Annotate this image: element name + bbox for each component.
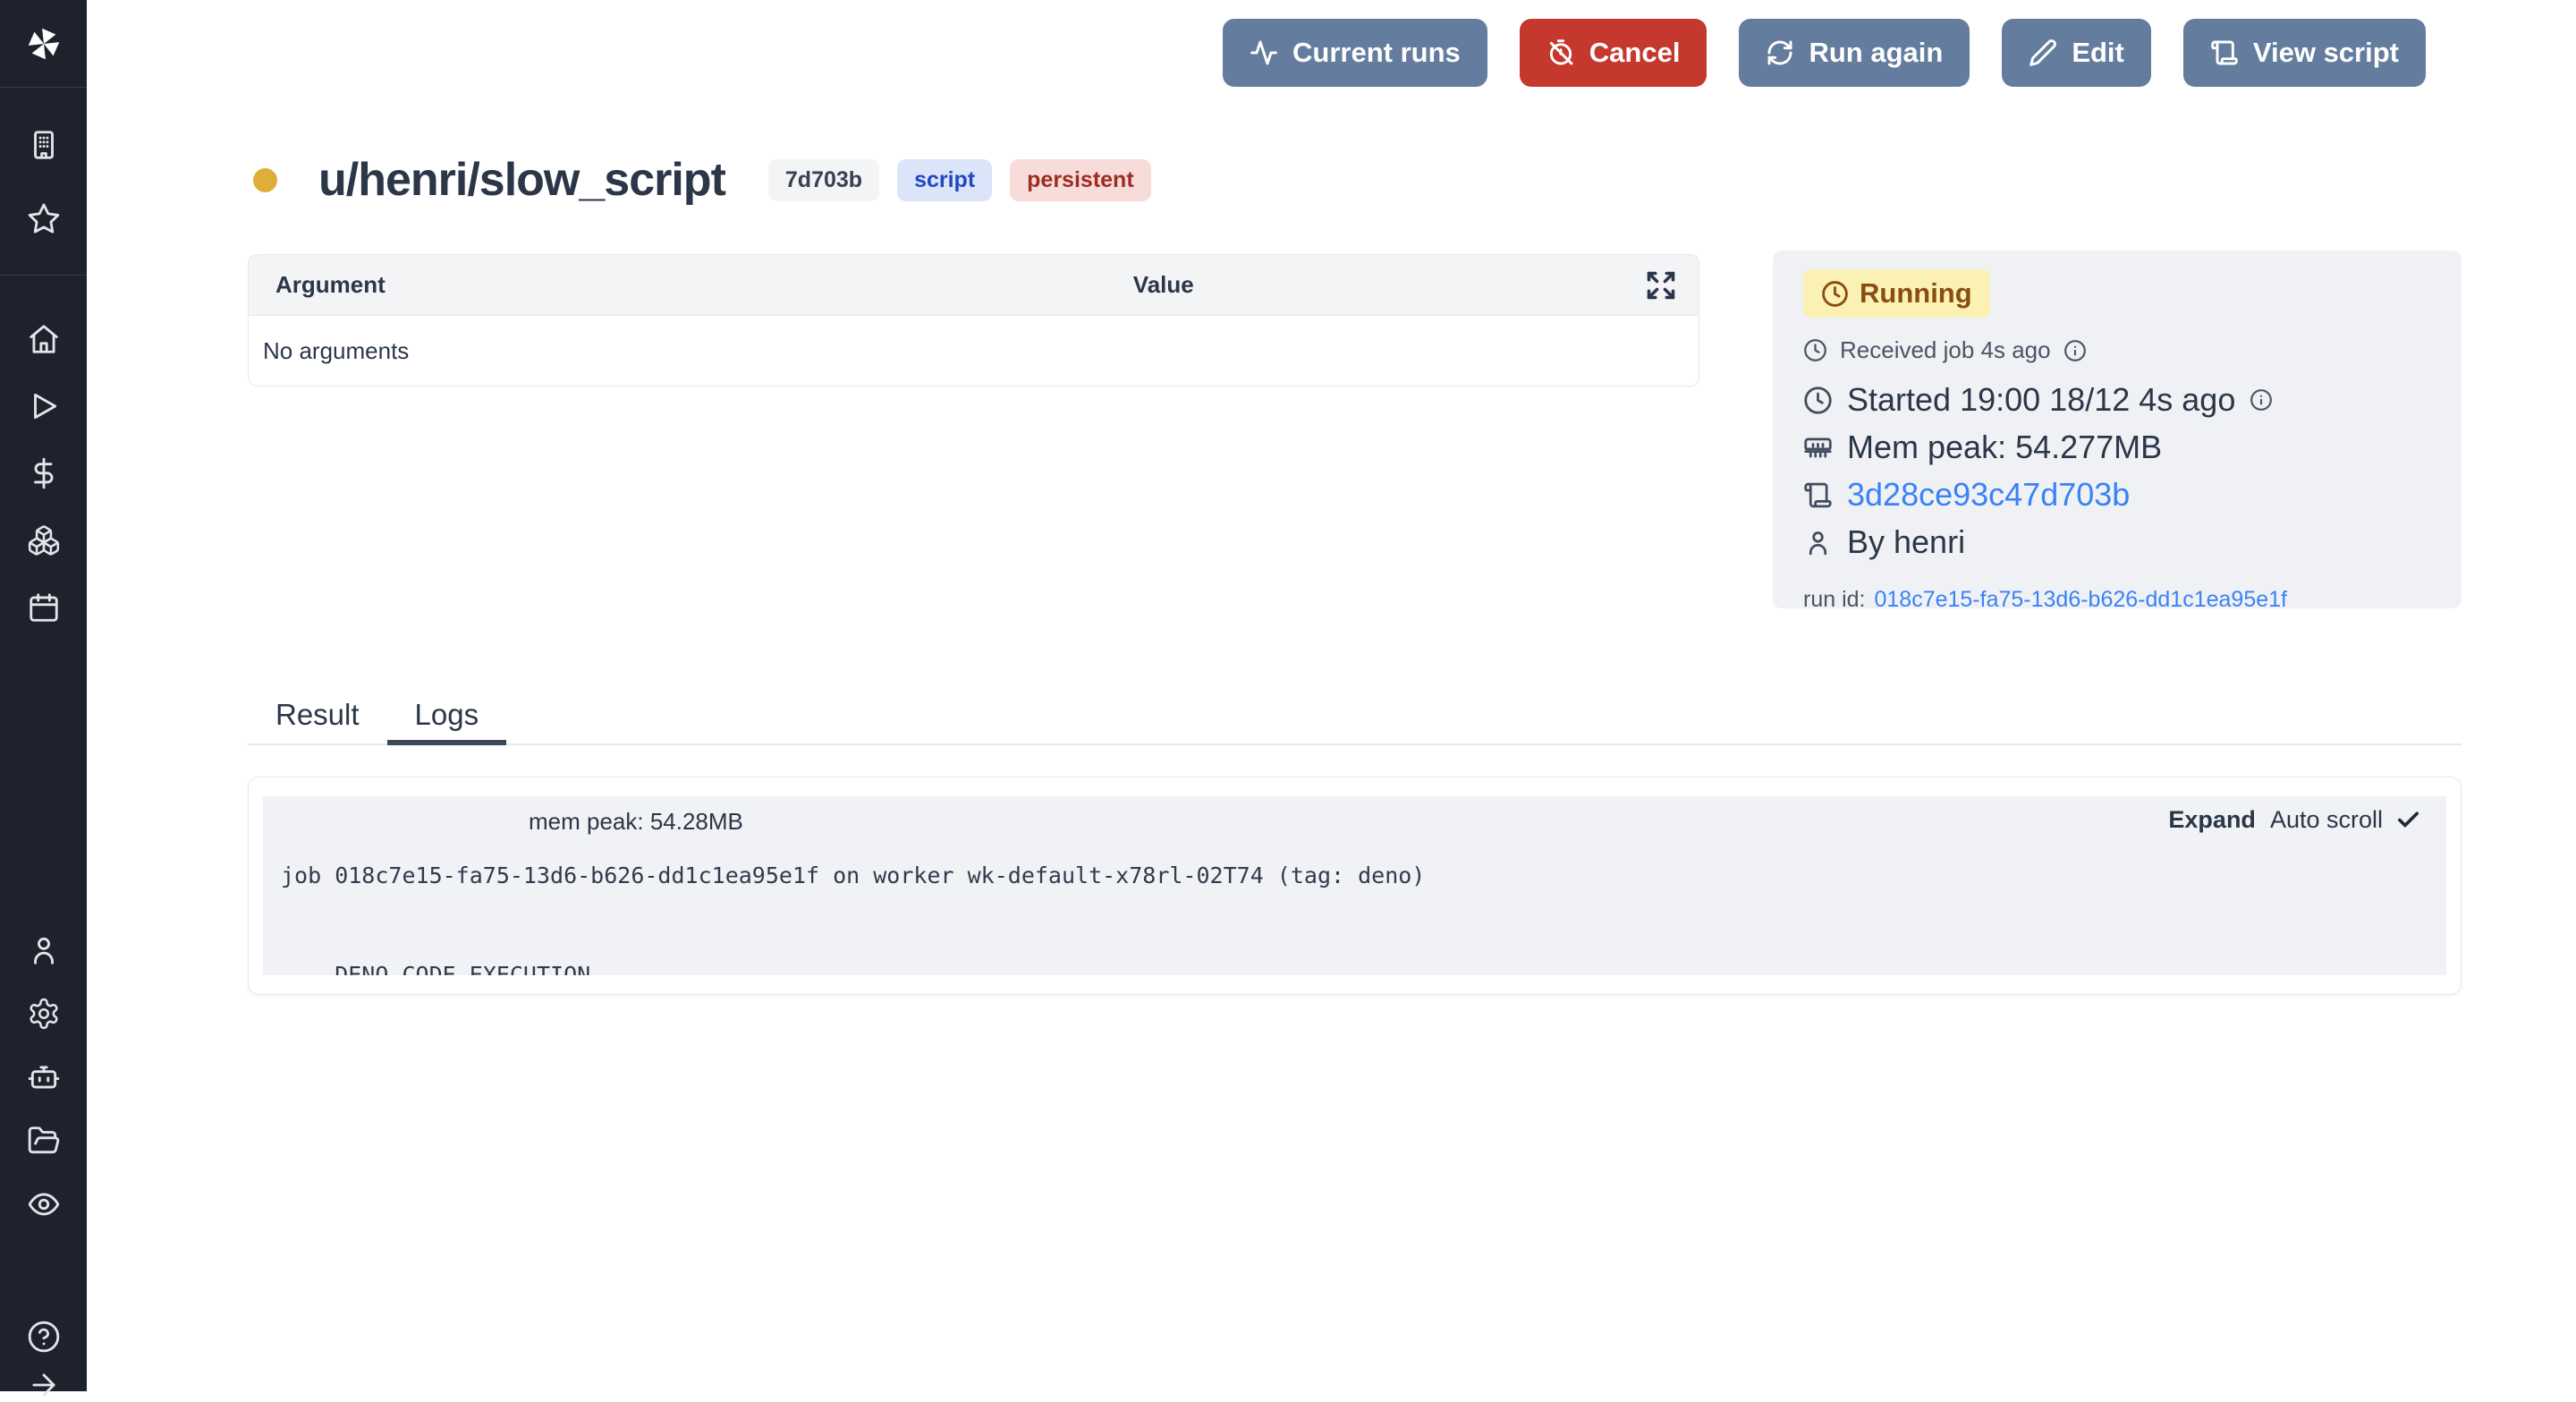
sidebar-item-workspace[interactable] (27, 128, 61, 162)
page-title: u/henri/slow_script (318, 153, 725, 207)
sidebar-item-home[interactable] (27, 322, 61, 356)
run-id-label: run id: (1803, 587, 1865, 613)
view-script-button[interactable]: View script (2183, 19, 2426, 87)
clock-icon (1803, 338, 1827, 362)
sidebar-item-workers[interactable] (27, 1060, 61, 1094)
log-expand-button[interactable]: Expand (2168, 806, 2256, 834)
pencil-icon (2029, 38, 2057, 67)
script-hash-link[interactable]: 3d28ce93c47d703b (1847, 476, 2130, 514)
scroll-icon (2210, 38, 2239, 67)
play-icon (27, 389, 61, 423)
toolbar: Current runs Cancel Run again Edit View … (1223, 19, 2426, 87)
sidebar-divider (0, 275, 87, 276)
star-icon (27, 201, 61, 235)
view-script-label: View script (2253, 37, 2399, 69)
cancel-button[interactable]: Cancel (1520, 19, 1707, 87)
logs-viewer: mem peak: 54.28MB Expand Auto scroll job… (263, 796, 2446, 975)
result-logs-tabs: Result Logs (248, 689, 2462, 745)
hash-badge: 7d703b (768, 159, 879, 201)
expand-icon (1645, 269, 1677, 302)
page-header: u/henri/slow_script 7d703b script persis… (253, 145, 1151, 215)
triggered-by-row: By henri (1803, 523, 2431, 561)
arrow-right-icon (27, 1368, 61, 1402)
help-circle-icon (27, 1320, 61, 1354)
clock-icon (1821, 280, 1849, 308)
run-again-button[interactable]: Run again (1739, 19, 1970, 87)
current-runs-button[interactable]: Current runs (1223, 19, 1487, 87)
refresh-cw-icon (1766, 38, 1794, 67)
arguments-table: Argument Value No arguments (248, 254, 1699, 387)
log-mem-peak: mem peak: 54.28MB (529, 808, 743, 836)
sidebar-expand-button[interactable] (27, 1368, 61, 1402)
eye-icon (27, 1187, 61, 1221)
edit-label: Edit (2072, 37, 2124, 69)
activity-icon (1250, 38, 1278, 67)
clock-icon (1803, 386, 1833, 415)
sidebar-divider (0, 87, 87, 88)
tab-result[interactable]: Result (248, 689, 387, 745)
running-status-badge: Running (1803, 269, 1990, 318)
autoscroll-label: Auto scroll (2270, 806, 2383, 834)
tab-logs[interactable]: Logs (387, 689, 507, 745)
received-job-text: Received job 4s ago (1840, 336, 2051, 364)
boxes-icon (27, 523, 61, 557)
current-runs-label: Current runs (1292, 37, 1461, 69)
logs-card: mem peak: 54.28MB Expand Auto scroll job… (248, 777, 2462, 995)
sidebar-item-help[interactable] (27, 1320, 61, 1354)
user-icon (27, 933, 61, 967)
persistent-badge: persistent (1010, 159, 1150, 201)
status-dot (253, 168, 277, 192)
run-again-label: Run again (1809, 37, 1943, 69)
mem-peak-text: Mem peak: 54.277MB (1847, 429, 2162, 466)
folder-open-icon (27, 1124, 61, 1158)
building-icon (27, 128, 61, 162)
autoscroll-toggle[interactable]: Auto scroll (2270, 806, 2421, 834)
info-icon[interactable] (2063, 339, 2087, 362)
info-icon[interactable] (2250, 388, 2273, 412)
script-hash-row: 3d28ce93c47d703b (1803, 476, 2431, 514)
sidebar-item-variables[interactable] (27, 456, 61, 490)
job-status-panel: Running Received job 4s ago Started 19:0… (1773, 251, 2462, 608)
windmill-logo-icon (23, 23, 64, 64)
dollar-sign-icon (27, 456, 61, 490)
timer-off-icon (1546, 38, 1575, 67)
log-controls: Expand Auto scroll (2168, 806, 2421, 834)
argument-column-header: Argument (249, 271, 1133, 299)
sidebar-item-schedules[interactable] (27, 591, 61, 625)
memory-stick-icon (1803, 433, 1833, 463)
running-status-label: Running (1860, 277, 1972, 310)
value-column-header: Value (1133, 271, 1699, 299)
run-id-link[interactable]: 018c7e15-fa75-13d6-b626-dd1c1ea95e1f (1874, 587, 2287, 613)
badges: 7d703b script persistent (768, 159, 1151, 201)
sidebar-item-user[interactable] (27, 933, 61, 967)
home-icon (27, 322, 61, 356)
gear-icon (27, 997, 61, 1031)
user-icon (1803, 528, 1833, 557)
calendar-icon (27, 591, 61, 625)
windmill-logo-button[interactable] (23, 23, 64, 64)
edit-button[interactable]: Edit (2002, 19, 2151, 87)
arguments-table-header: Argument Value (249, 255, 1699, 316)
run-id-row: run id: 018c7e15-fa75-13d6-b626-dd1c1ea9… (1803, 587, 2431, 613)
scroll-icon (1803, 480, 1833, 510)
cancel-label: Cancel (1589, 37, 1681, 69)
sidebar-item-audit-logs[interactable] (27, 1187, 61, 1221)
received-job-row: Received job 4s ago (1803, 336, 2431, 364)
sidebar-item-favorites[interactable] (27, 201, 61, 235)
no-arguments-row: No arguments (249, 316, 1699, 386)
expand-table-button[interactable] (1645, 269, 1677, 302)
bot-icon (27, 1060, 61, 1094)
script-badge: script (897, 159, 992, 201)
sidebar (0, 0, 87, 1391)
check-icon (2395, 807, 2421, 833)
started-row: Started 19:00 18/12 4s ago (1803, 381, 2431, 419)
sidebar-item-resources[interactable] (27, 523, 61, 557)
log-output: job 018c7e15-fa75-13d6-b626-dd1c1ea95e1f… (281, 859, 1425, 975)
sidebar-item-settings[interactable] (27, 997, 61, 1031)
triggered-by-text: By henri (1847, 523, 1965, 561)
sidebar-item-folders[interactable] (27, 1124, 61, 1158)
started-text: Started 19:00 18/12 4s ago (1847, 381, 2235, 419)
sidebar-item-runs[interactable] (27, 389, 61, 423)
mem-peak-row: Mem peak: 54.277MB (1803, 429, 2431, 466)
